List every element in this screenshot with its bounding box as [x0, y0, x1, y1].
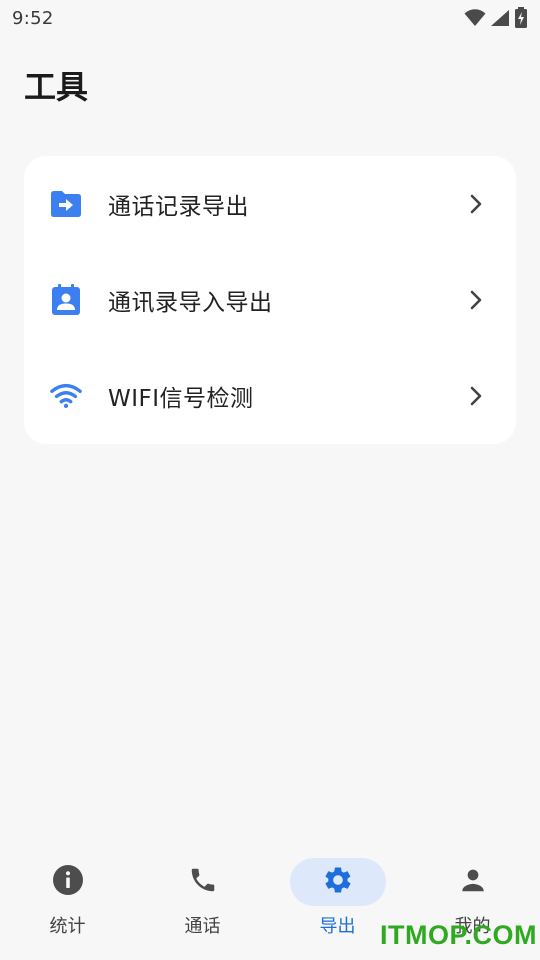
status-time: 9:52 — [12, 7, 54, 29]
nav-label: 导出 — [319, 916, 356, 937]
status-bar: 9:52 — [0, 0, 540, 36]
tool-label: 通话记录导出 — [108, 194, 249, 220]
battery-charging-icon — [514, 7, 528, 29]
tool-row-wifi-signal-check[interactable]: WIFI信号检测 — [24, 348, 516, 444]
contact-calendar-icon — [50, 284, 82, 316]
info-icon — [52, 864, 84, 900]
chevron-right-icon — [466, 386, 486, 406]
folder-export-icon — [50, 188, 82, 220]
screen: 9:52 工具 通话记录导出 通讯录导入导出 WIFI信号检测 统计 通话 导出… — [0, 0, 540, 960]
tool-label: WIFI信号检测 — [108, 386, 254, 412]
tool-label: 通讯录导入导出 — [108, 290, 273, 316]
tool-row-contacts-import-export[interactable]: 通讯录导入导出 — [24, 252, 516, 348]
signal-icon — [490, 9, 510, 27]
nav-item-stats[interactable]: 统计 — [0, 846, 135, 960]
watermark: ITMOP.COM — [380, 920, 538, 950]
nav-label: 通话 — [184, 916, 221, 937]
wifi-icon — [464, 9, 486, 27]
wifi-icon — [50, 380, 82, 412]
nav-label: 统计 — [49, 916, 86, 937]
chevron-right-icon — [466, 194, 486, 214]
page-title: 工具 — [24, 68, 89, 106]
nav-icon-container — [289, 858, 386, 906]
tools-card: 通话记录导出 通讯录导入导出 WIFI信号检测 — [24, 156, 516, 444]
person-icon — [458, 865, 488, 899]
gear-icon — [322, 864, 354, 900]
nav-icon-container — [20, 858, 116, 906]
nav-item-calls[interactable]: 通话 — [135, 846, 270, 960]
nav-icon-container — [425, 858, 521, 906]
chevron-right-icon — [466, 290, 486, 310]
phone-icon — [188, 865, 218, 899]
status-icons — [464, 7, 528, 29]
nav-icon-container — [155, 858, 251, 906]
tool-row-call-log-export[interactable]: 通话记录导出 — [24, 156, 516, 252]
